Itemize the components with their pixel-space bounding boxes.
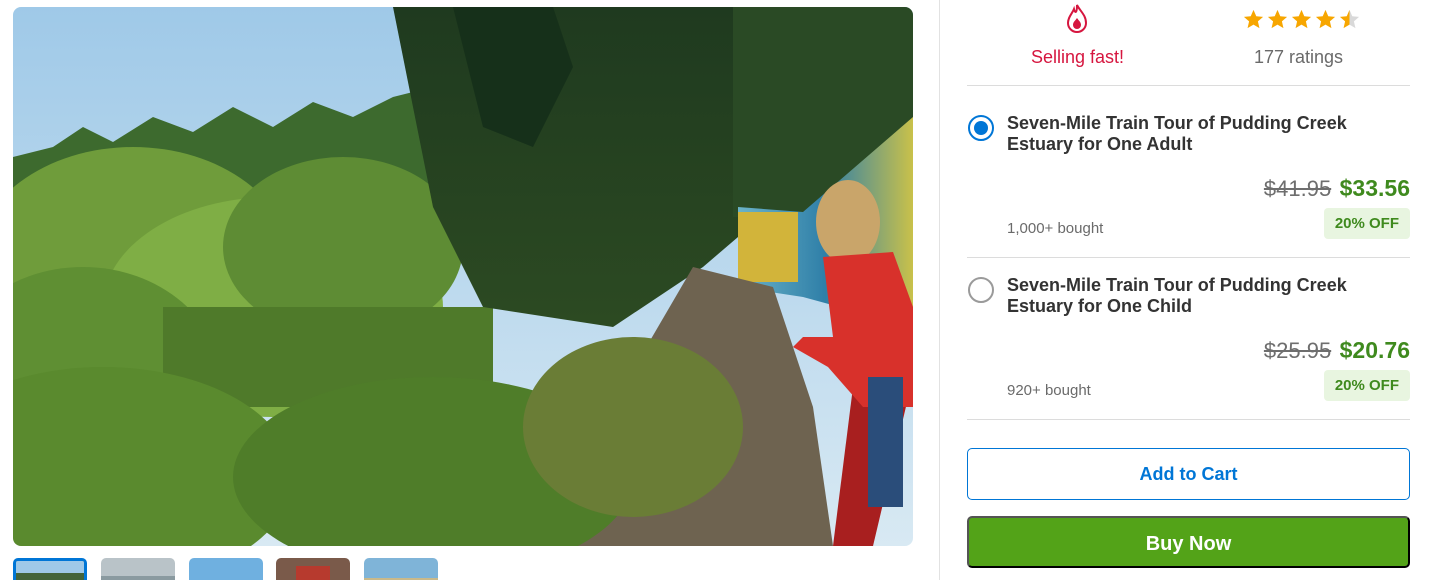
thumbnail-1[interactable] <box>13 558 87 580</box>
star-rating <box>1242 8 1362 32</box>
ratings-count: 177 ratings <box>1253 47 1344 67</box>
hero-image[interactable] <box>13 7 913 546</box>
selling-fast-label: Selling fast! <box>1030 47 1125 67</box>
sale-price: $20.76 <box>1339 337 1410 363</box>
deal-stats: Selling fast! 177 ratings <box>967 0 1410 86</box>
star-icon <box>1315 9 1336 29</box>
option-radio-child[interactable] <box>968 277 994 303</box>
option-title: Seven-Mile Train Tour of Pudding Creek E… <box>1007 113 1347 154</box>
thumbnail-3[interactable] <box>189 558 263 580</box>
thumbnail-2[interactable] <box>101 558 175 580</box>
thumbnail-5[interactable] <box>364 558 438 580</box>
option-prices: $41.95 $33.56 <box>1264 175 1410 202</box>
star-icon <box>1267 9 1288 29</box>
buy-now-button[interactable]: Buy Now <box>967 516 1410 568</box>
sale-price: $33.56 <box>1339 175 1410 201</box>
bought-count: 1,000+ bought <box>1007 220 1104 237</box>
bought-count: 920+ bought <box>1007 382 1091 399</box>
star-icon <box>1243 9 1264 29</box>
deal-option-child[interactable]: Seven-Mile Train Tour of Pudding Creek E… <box>967 258 1410 420</box>
option-radio-adult[interactable] <box>968 115 994 141</box>
deal-option-adult[interactable]: Seven-Mile Train Tour of Pudding Creek E… <box>967 96 1410 258</box>
thumbnail-4[interactable] <box>276 558 350 580</box>
option-title: Seven-Mile Train Tour of Pudding Creek E… <box>1007 275 1347 316</box>
add-to-cart-button[interactable]: Add to Cart <box>967 448 1410 500</box>
discount-badge: 20% OFF <box>1323 208 1410 239</box>
train-forest-photo <box>13 7 913 546</box>
panel-divider <box>939 0 940 580</box>
original-price: $25.95 <box>1263 338 1332 363</box>
original-price: $41.95 <box>1263 176 1332 201</box>
star-icon <box>1291 9 1312 29</box>
discount-badge: 20% OFF <box>1323 370 1410 401</box>
half-star-icon <box>1339 9 1360 29</box>
option-prices: $25.95 $20.76 <box>1264 337 1410 364</box>
fire-icon <box>1066 4 1088 39</box>
deal-options-panel: Selling fast! 177 ratings Seven-Mile Tra… <box>967 0 1410 580</box>
